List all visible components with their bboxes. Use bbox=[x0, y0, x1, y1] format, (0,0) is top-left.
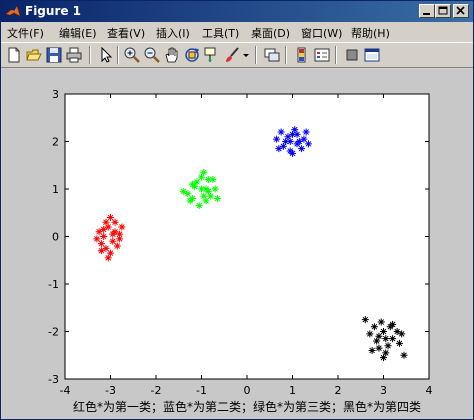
menu-view[interactable]: 查看(V) bbox=[107, 25, 145, 41]
maximize-button[interactable] bbox=[435, 4, 451, 18]
brush-icon bbox=[226, 47, 239, 62]
toolbar-separator bbox=[335, 46, 337, 64]
link-plot-button[interactable] bbox=[263, 46, 281, 64]
menu-file[interactable]: 文件(F) bbox=[7, 25, 44, 41]
menu-tools[interactable]: 工具(T) bbox=[202, 25, 239, 41]
matlab-logo-icon bbox=[5, 5, 21, 17]
minimize-icon bbox=[423, 13, 430, 15]
menu-bar: 文件(F) 编辑(E) 查看(V) 插入(I) 工具(T) 桌面(D) 窗口(W… bbox=[1, 22, 473, 42]
brush-dropdown[interactable] bbox=[241, 46, 251, 64]
data-point bbox=[200, 192, 208, 200]
x-tick-label: 2 bbox=[335, 384, 342, 397]
close-icon bbox=[456, 6, 465, 15]
data-point bbox=[188, 180, 196, 188]
data-point bbox=[198, 173, 205, 181]
toolbar-separator bbox=[89, 46, 91, 64]
menu-help[interactable]: 帮助(H) bbox=[351, 25, 390, 41]
close-button[interactable] bbox=[453, 4, 469, 18]
x-tick-label: -4 bbox=[60, 384, 71, 397]
data-point bbox=[179, 187, 187, 195]
x-tick-label: 1 bbox=[289, 384, 296, 397]
x-tick-label: -2 bbox=[151, 384, 162, 397]
data-point bbox=[213, 195, 221, 202]
save-button[interactable] bbox=[45, 46, 63, 64]
open-file-button[interactable] bbox=[25, 46, 43, 64]
data-point bbox=[109, 230, 117, 238]
figure-canvas: -4 -3 -2 -1 0 1 2 3 4 -3 -2 -1 0 1 2 3 红色*为第一类；蓝色*为第二类；… bbox=[2, 69, 472, 419]
data-point bbox=[113, 242, 121, 250]
legend-icon bbox=[314, 48, 330, 62]
x-tick-label: 4 bbox=[426, 384, 433, 397]
x-tick-label: 3 bbox=[380, 384, 387, 397]
show-plot-tools-icon bbox=[364, 48, 380, 62]
x-axis-label: 红色*为第一类；蓝色*为第二类；绿色*为第三类；黑色*为第四类 bbox=[73, 399, 421, 414]
rotate-3d-button[interactable] bbox=[183, 46, 201, 64]
x-tick-label: 0 bbox=[244, 384, 251, 397]
menu-desktop[interactable]: 桌面(D) bbox=[251, 25, 290, 41]
hide-plot-tools-icon bbox=[346, 49, 358, 61]
data-point bbox=[118, 223, 126, 231]
toolbar-separator bbox=[285, 46, 287, 64]
data-point bbox=[111, 218, 119, 226]
edit-plot-button[interactable] bbox=[97, 46, 115, 64]
open-file-icon bbox=[26, 49, 42, 61]
new-figure-button[interactable] bbox=[5, 46, 23, 64]
link-plot-icon bbox=[264, 48, 280, 62]
title-bar[interactable]: Figure 1 bbox=[1, 1, 473, 22]
data-point bbox=[100, 225, 108, 233]
data-point bbox=[289, 149, 296, 157]
menu-insert[interactable]: 插入(I) bbox=[156, 25, 190, 41]
x-tick-label: -3 bbox=[105, 384, 116, 397]
new-figure-icon bbox=[8, 47, 20, 63]
toolbar-separator bbox=[255, 46, 257, 64]
x-tick-label: -1 bbox=[196, 384, 207, 397]
y-tick-label: -3 bbox=[48, 373, 59, 386]
zoom-out-icon bbox=[144, 47, 160, 63]
edit-plot-arrow-icon bbox=[101, 46, 113, 63]
pan-hand-icon bbox=[165, 47, 178, 63]
chevron-down-icon bbox=[243, 54, 249, 57]
data-cursor-button[interactable] bbox=[203, 46, 221, 64]
zoom-out-button[interactable] bbox=[143, 46, 161, 64]
menu-window[interactable]: 窗口(W) bbox=[301, 25, 342, 41]
data-point bbox=[186, 197, 194, 205]
save-icon bbox=[46, 47, 62, 63]
window-title: Figure 1 bbox=[25, 4, 82, 18]
print-icon bbox=[66, 47, 82, 63]
pan-button[interactable] bbox=[163, 46, 181, 64]
toolbar-separator bbox=[117, 46, 119, 64]
scatter-plot: -4 -3 -2 -1 0 1 2 3 4-3-2-10123 红色*为第一类；蓝色*为第二类；… bbox=[48, 88, 433, 414]
minimize-button[interactable] bbox=[419, 4, 435, 18]
figure-toolbar bbox=[1, 42, 473, 68]
colorbar-icon bbox=[297, 47, 306, 63]
y-tick-label: 3 bbox=[52, 88, 59, 101]
data-point bbox=[211, 185, 219, 193]
y-tick-label: -2 bbox=[48, 326, 59, 339]
data-cursor-icon bbox=[204, 47, 216, 62]
show-plot-tools-button[interactable] bbox=[363, 46, 381, 64]
hide-plot-tools-button[interactable] bbox=[343, 46, 361, 64]
y-tick-label: -1 bbox=[48, 278, 59, 291]
brush-button[interactable] bbox=[223, 46, 241, 64]
zoom-in-button[interactable] bbox=[123, 46, 141, 64]
print-button[interactable] bbox=[65, 46, 83, 64]
legend-button[interactable] bbox=[313, 46, 331, 64]
data-point bbox=[368, 347, 376, 354]
data-point bbox=[97, 247, 105, 255]
y-tick-label: 2 bbox=[52, 136, 59, 149]
data-point bbox=[209, 176, 217, 183]
data-point bbox=[93, 235, 101, 243]
data-point bbox=[277, 128, 285, 136]
data-point bbox=[195, 202, 203, 210]
y-tick-label: 1 bbox=[52, 183, 59, 196]
menu-edit[interactable]: 编辑(E) bbox=[59, 25, 97, 41]
rotate-3d-icon bbox=[185, 48, 200, 62]
figure-window: Figure 1 文件(F) 编辑(E) 查看(V) 插入(I) 工具(T) 桌… bbox=[0, 0, 474, 420]
maximize-icon bbox=[438, 6, 448, 15]
y-tick-label: 0 bbox=[52, 231, 59, 244]
data-point bbox=[116, 235, 124, 243]
colorbar-button[interactable] bbox=[293, 46, 311, 64]
data-point bbox=[380, 354, 387, 362]
zoom-in-icon bbox=[124, 47, 140, 63]
